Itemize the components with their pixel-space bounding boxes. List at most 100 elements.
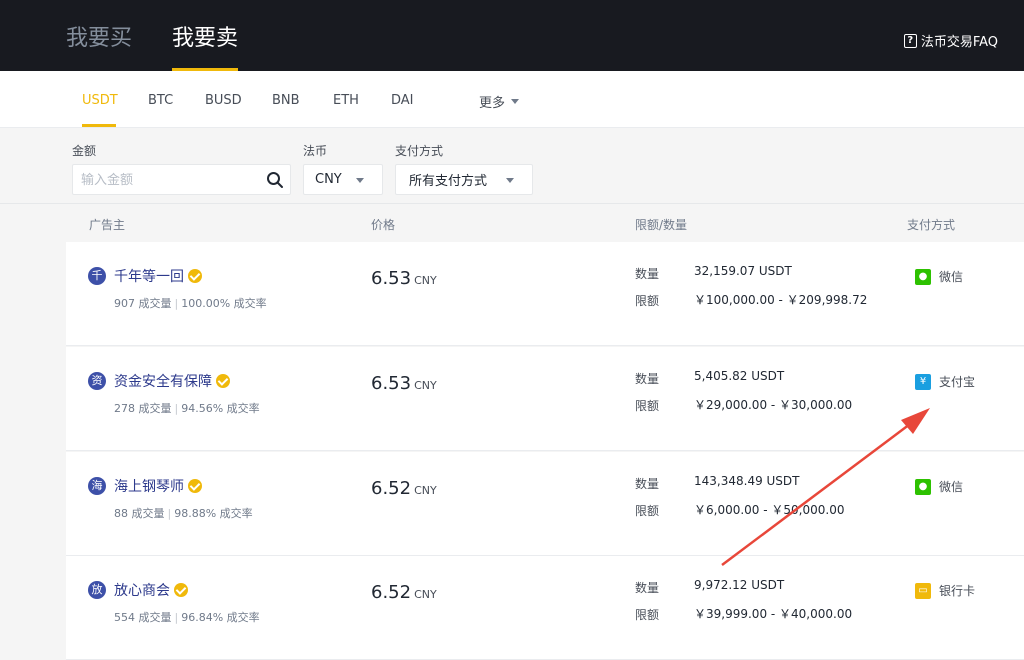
tab-coin-busd[interactable]: BUSD [205,93,242,108]
avatar: 千 [88,267,106,285]
price-value: 6.53 [371,268,412,289]
tab-coin-bnb[interactable]: BNB [272,93,300,108]
fiat-label: 法币 [303,144,328,158]
column-header-price: 价格 [371,218,396,232]
payment-method: ¥ 支付宝 [915,373,975,390]
verified-icon [188,269,202,283]
ad-row: 资 资金安全有保障 278 成交量 | 94.56% 成交率 6.53 CNY 数量 … [66,347,1024,451]
limit-label: 限额 [635,294,660,308]
avatar: 海 [88,477,106,495]
fiat-select[interactable]: CNY [303,164,383,195]
available-amount: 143,348.49 USDT [694,474,800,488]
search-icon[interactable] [266,171,284,189]
payment-method-name: 银行卡 [939,584,976,598]
tab-sell[interactable]: 我要卖 [172,24,238,54]
price-value: 6.52 [371,582,412,603]
payment-method: ▭ 银行卡 [915,582,975,599]
more-coins-dropdown[interactable]: 更多 [479,92,520,111]
faq-label: 法币交易FAQ [920,35,998,50]
price: 6.52 CNY [371,478,437,499]
more-label: 更多 [479,96,506,111]
filter-bar: 金额 法币 CNY 支付方式 所有支付方式 [0,128,1024,204]
order-limit: ￥100,000.00 - ￥209,998.72 [694,293,868,307]
limit-label: 限额 [635,399,660,413]
advertiser-name[interactable]: 资金安全有保障 [114,371,212,391]
available-amount: 9,972.12 USDT [694,578,785,592]
amount-label: 数量 [635,372,660,386]
order-count: 907 成交量 [114,297,172,310]
order-count: 88 成交量 [114,507,165,520]
order-count: 278 成交量 [114,402,172,415]
payment-method-select[interactable]: 所有支付方式 [395,164,533,195]
advertiser-stats: 278 成交量 | 94.56% 成交率 [114,402,260,415]
price: 6.52 CNY [371,582,437,603]
payment-method: ● 微信 [915,478,963,495]
advertiser-name[interactable]: 海上钢琴师 [114,476,184,496]
limit-label: 限额 [635,608,660,622]
payment-method: ● 微信 [915,268,963,285]
price-currency: CNY [414,274,437,287]
wechat-icon: ● [915,268,931,285]
limit-label: 限额 [635,504,660,518]
column-header-advertiser: 广告主 [89,218,126,232]
question-icon: ? [903,33,917,48]
faq-link[interactable]: ? 法币交易FAQ [903,31,998,50]
order-limit: ￥39,999.00 - ￥40,000.00 [694,607,853,621]
payment-method-name: 微信 [939,480,964,494]
completion-rate: 94.56% 成交率 [181,402,260,415]
avatar: 放 [88,581,106,599]
ad-row: 放 放心商会 554 成交量 | 96.84% 成交率 6.52 CNY 数量 9,9… [66,556,1024,660]
payment-method-value: 所有支付方式 [409,174,488,189]
caret-down-icon [356,178,364,183]
amount-label: 数量 [635,267,660,281]
price-currency: CNY [414,379,437,392]
price-currency: CNY [414,588,437,601]
completion-rate: 98.88% 成交率 [174,507,253,520]
tab-coin-dai[interactable]: DAI [391,93,414,108]
amount-field[interactable] [72,164,291,195]
alipay-icon: ¥ [915,373,931,390]
active-coin-indicator [82,124,116,127]
tab-coin-btc[interactable]: BTC [148,93,173,108]
price-currency: CNY [414,484,437,497]
order-limit: ￥6,000.00 - ￥50,000.00 [694,503,845,517]
available-amount: 32,159.07 USDT [694,264,792,278]
coin-tabs: USDT BTC BUSD BNB ETH DAI 更多 [0,71,1024,128]
advertiser-name[interactable]: 千年等一回 [114,266,184,286]
tab-coin-usdt[interactable]: USDT [82,93,118,108]
price-value: 6.52 [371,478,412,499]
avatar: 资 [88,372,106,390]
price: 6.53 CNY [371,268,437,289]
amount-label: 金额 [72,144,97,158]
fiat-value: CNY [315,172,342,187]
amount-label: 数量 [635,581,660,595]
price-value: 6.53 [371,373,412,394]
column-header-limit: 限额/数量 [635,218,688,232]
wechat-icon: ● [915,478,931,495]
top-bar: 我要买 我要卖 ? 法币交易FAQ [0,0,1024,71]
tab-coin-eth[interactable]: ETH [333,93,359,108]
column-header-payment: 支付方式 [907,218,956,232]
caret-down-icon [506,178,514,183]
amount-label: 数量 [635,477,660,491]
completion-rate: 100.00% 成交率 [181,297,267,310]
payment-method-name: 支付宝 [939,375,976,389]
order-limit: ￥29,000.00 - ￥30,000.00 [694,398,853,412]
verified-icon [216,374,230,388]
completion-rate: 96.84% 成交率 [181,611,260,624]
tab-buy[interactable]: 我要买 [66,24,132,54]
advertiser-name[interactable]: 放心商会 [114,580,170,600]
bank-card-icon: ▭ [915,582,931,599]
amount-input[interactable] [81,171,251,189]
ad-row: 千 千年等一回 907 成交量 | 100.00% 成交率 6.53 CNY 数量 3… [66,242,1024,346]
available-amount: 5,405.82 USDT [694,369,785,383]
verified-icon [188,479,202,493]
ad-row: 海 海上钢琴师 88 成交量 | 98.88% 成交率 6.52 CNY 数量 143… [66,452,1024,556]
payment-method-name: 微信 [939,270,964,284]
verified-icon [174,583,188,597]
advertiser-stats: 554 成交量 | 96.84% 成交率 [114,611,260,624]
payment-method-label: 支付方式 [395,144,444,158]
advertiser-stats: 907 成交量 | 100.00% 成交率 [114,297,267,310]
advertiser-stats: 88 成交量 | 98.88% 成交率 [114,507,253,520]
price: 6.53 CNY [371,373,437,394]
